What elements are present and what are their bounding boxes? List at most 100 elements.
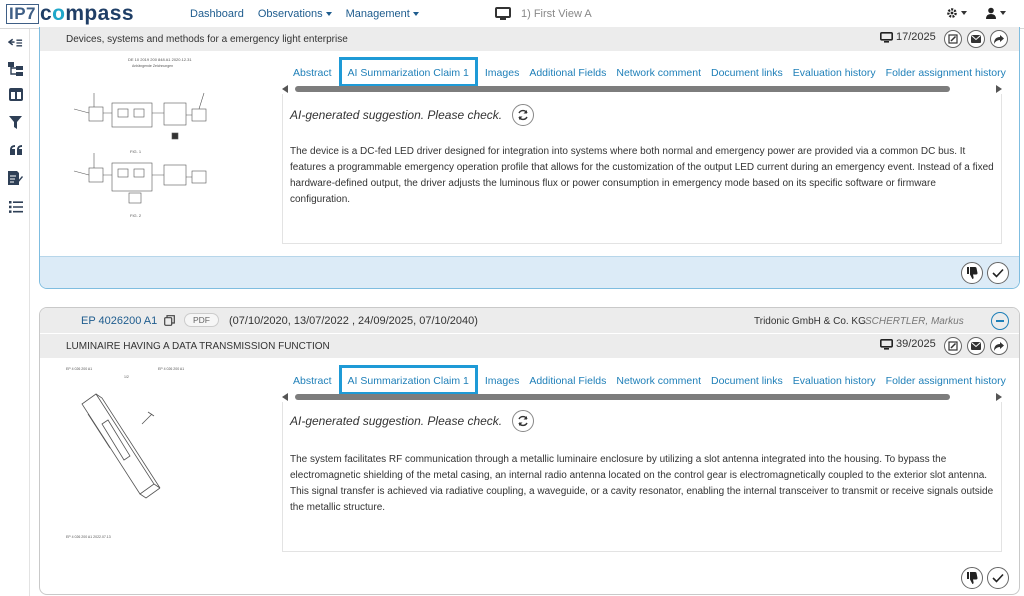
share-button[interactable] [990,30,1008,48]
chevron-down-icon [961,11,967,15]
thumbs-down-icon [967,267,978,279]
thumb-header: DE 10 2019 200 848 A1 2020.12.31 [128,57,192,62]
collapse-button[interactable] [991,312,1009,330]
ai-summary-panel: AI-generated suggestion. Please check. T… [282,94,1002,244]
card-meta-row: EP 4026200 A1 PDF (07/10/2020, 13/07/202… [40,308,1019,333]
fig1-label: FIG. 1 [130,149,142,154]
thumb-right-label: EP 4 026 200 A1 [158,367,184,371]
patent-drawing-thumbnail[interactable]: DE 10 2019 200 848 A1 2020.12.31 Anhänge… [64,53,244,233]
undo-list-icon[interactable] [8,35,23,50]
ai-summary-text: The system facilitates RF communication … [290,454,994,513]
refresh-icon [518,415,528,427]
edit-document-icon[interactable] [8,170,23,185]
ai-summary-panel: AI-generated suggestion. Please check. T… [282,402,1002,552]
patent-drawing-thumbnail[interactable]: EP 4 026 200 A1 EP 4 026 200 A1 1/2 EP 4… [62,364,242,544]
patent-card-2: EP 4026200 A1 PDF (07/10/2020, 13/07/202… [39,307,1020,595]
monitor-icon [880,338,893,350]
regenerate-button[interactable] [512,104,535,126]
ai-suggestion-header: AI-generated suggestion. Please check. [290,410,535,432]
approve-button[interactable] [987,262,1009,284]
scroll-right-icon[interactable] [996,393,1002,401]
view-counter: 39/2025 [880,338,936,350]
top-navigation-bar: IP7 compass Dashboard Observations Manag… [0,0,1024,29]
nav-observations[interactable]: Observations [258,8,332,20]
nav-dashboard[interactable]: Dashboard [190,8,244,20]
gear-icon [947,8,957,18]
applicant-name: Tridonic GmbH & Co. KG [754,316,866,327]
thumbs-down-icon [967,572,978,584]
tree-structure-icon[interactable] [8,61,23,76]
patent-card-1: Devices, systems and methods for a emerg… [39,27,1020,289]
list-icon[interactable] [8,199,23,214]
thumb-left-label: EP 4 026 200 A1 [66,367,92,371]
envelope-icon [971,342,981,350]
checkmark-icon [992,268,1004,278]
view-counter: 17/2025 [880,31,936,43]
quote-icon[interactable] [8,142,23,157]
scroll-left-icon[interactable] [282,393,288,401]
thumbs-down-button[interactable] [961,567,983,589]
card2-footer-buttons [961,567,1009,589]
pencil-icon [948,341,958,351]
publication-number[interactable]: EP 4026200 A1 [81,315,157,327]
logo-text: compass [40,2,134,25]
envelope-icon [971,35,981,43]
refresh-icon [518,109,528,121]
chevron-down-icon [412,12,419,17]
ai-suggestion-header: AI-generated suggestion. Please check. [290,104,535,126]
checkmark-icon [992,573,1004,583]
thumb-fig-label: 1/2 [124,375,129,379]
ai-summary-text: The device is a DC-fed LED driver design… [290,146,994,205]
copy-button[interactable] [164,315,175,329]
email-button[interactable] [967,337,985,355]
left-toolbar [0,29,30,596]
pdf-badge[interactable]: PDF [184,313,219,327]
settings-menu[interactable] [946,7,967,19]
fig2-label: FIG. 2 [130,213,142,218]
chevron-down-icon [1000,11,1006,15]
user-menu[interactable] [985,7,1006,19]
ai-suggestion-label: AI-generated suggestion. Please check. [290,108,503,122]
monitor-icon [880,31,893,43]
thumb-sub: Anhängende Zeichnungen [132,64,173,68]
thumb-footer: EP 4 026 200 A1 2022.07.13 [66,535,111,539]
regenerate-button[interactable] [512,410,535,432]
approve-button[interactable] [987,567,1009,589]
main-nav: Dashboard Observations Management [190,8,419,20]
split-view-icon[interactable] [8,87,23,102]
view-label: 1) First View A [521,8,592,20]
thumbs-down-button[interactable] [961,262,983,284]
nav-management[interactable]: Management [346,8,419,20]
pencil-icon [948,34,958,44]
card1-footer [40,256,1019,288]
edit-button[interactable] [944,337,962,355]
minus-icon [996,320,1004,322]
scrollbar-thumb[interactable] [295,394,950,400]
patent-title: Devices, systems and methods for a emerg… [66,34,348,45]
card1-footer-buttons [961,262,1009,284]
share-arrow-icon [994,34,1004,44]
copy-icon [164,315,175,326]
filter-icon[interactable] [8,115,23,130]
tabs-scrollbar[interactable] [282,391,1002,401]
ip7-compass-logo[interactable]: IP7 compass [6,2,134,25]
inventor-name: SCHERTLER, Markus [865,316,964,327]
user-icon [986,7,996,19]
email-button[interactable] [967,30,985,48]
scroll-left-icon[interactable] [282,85,288,93]
share-button[interactable] [990,337,1008,355]
publication-dates: (07/10/2020, 13/07/2022 , 24/09/2025, 07… [229,315,478,327]
card-title-row: LUMINAIRE HAVING A DATA TRANSMISSION FUN… [40,334,1019,358]
share-arrow-icon [994,341,1004,351]
scrollbar-thumb[interactable] [295,86,950,92]
view-selector[interactable]: 1) First View A [495,7,592,21]
top-right-controls [946,7,1006,19]
logo-box: IP7 [6,4,40,24]
tabs-scrollbar[interactable] [282,83,1002,93]
ai-suggestion-label: AI-generated suggestion. Please check. [290,414,503,428]
monitor-icon [495,7,511,20]
edit-button[interactable] [944,30,962,48]
card-title-row: Devices, systems and methods for a emerg… [40,27,1019,51]
scroll-right-icon[interactable] [996,85,1002,93]
chevron-down-icon [325,12,332,17]
